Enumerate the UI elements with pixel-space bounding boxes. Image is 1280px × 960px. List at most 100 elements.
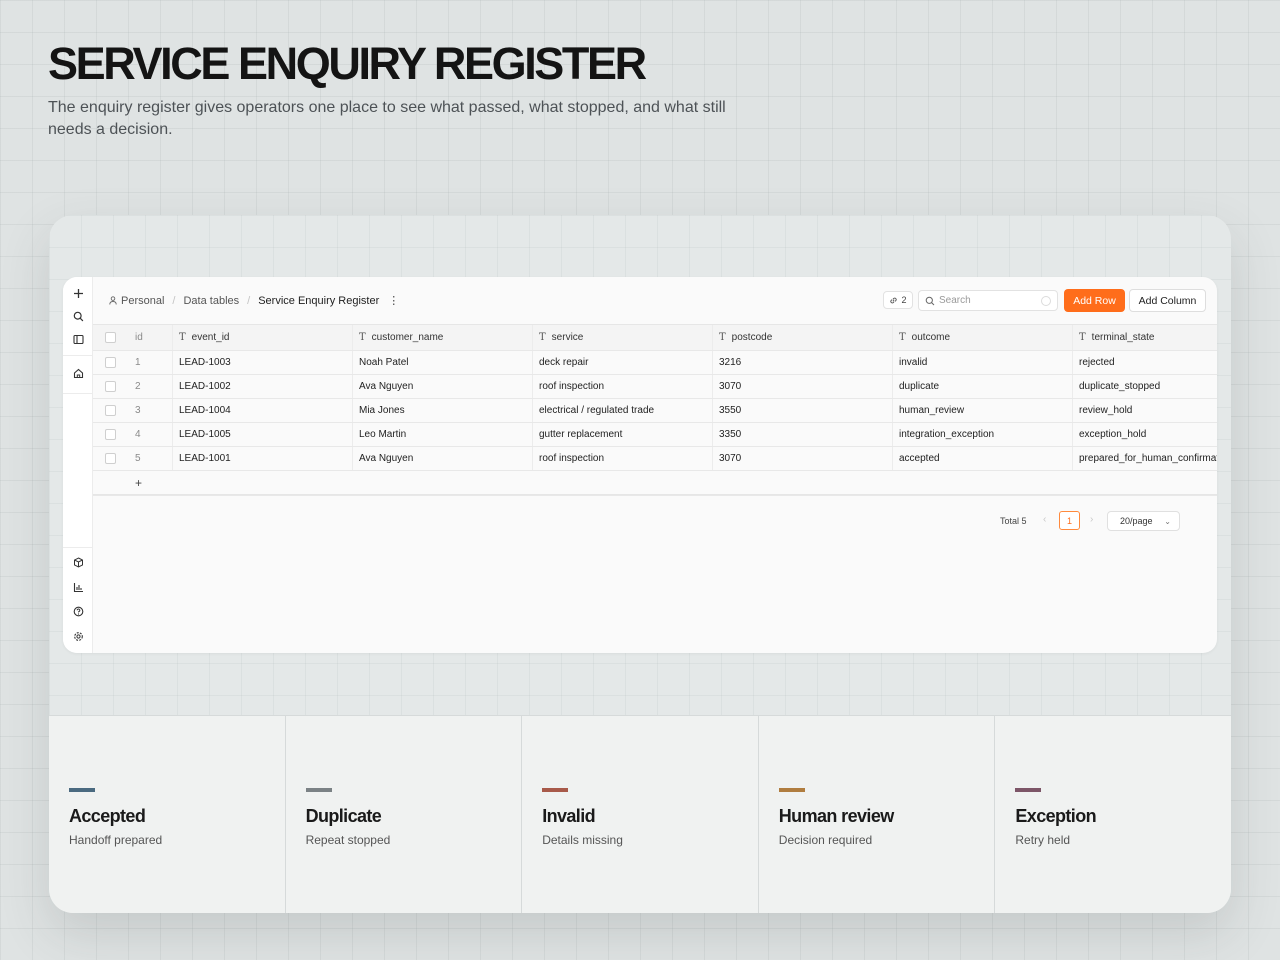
search-input[interactable] — [939, 293, 1039, 308]
cell-outcome[interactable]: duplicate — [893, 375, 1073, 398]
table-row[interactable]: 1 LEAD-1003 Noah Patel deck repair 3216 … — [93, 351, 1217, 375]
column-header-terminal-state[interactable]: Tterminal_state — [1073, 325, 1217, 350]
more-options-icon[interactable]: ⋮ — [388, 294, 399, 307]
breadcrumb: Personal / Data tables / Service Enquiry… — [109, 294, 399, 307]
cell-postcode[interactable]: 3550 — [713, 399, 893, 422]
table-row[interactable]: 4 LEAD-1005 Leo Martin gutter replacemen… — [93, 423, 1217, 447]
chart-icon[interactable] — [70, 579, 86, 595]
add-row-button[interactable]: Add Row — [1064, 289, 1125, 312]
column-header-event-id[interactable]: Tevent_id — [173, 325, 353, 350]
breadcrumb-data-tables[interactable]: Data tables — [183, 295, 239, 307]
sidebar-icon[interactable] — [70, 331, 86, 347]
shared-links-count: 2 — [901, 295, 907, 305]
row-select-cell — [93, 375, 127, 398]
cell-postcode[interactable]: 3070 — [713, 447, 893, 470]
cell-terminal-state[interactable]: review_hold — [1073, 399, 1217, 422]
cell-service[interactable]: gutter replacement — [533, 423, 713, 446]
column-header-postcode[interactable]: Tpostcode — [713, 325, 893, 350]
cell-service[interactable]: roof inspection — [533, 375, 713, 398]
text-type-icon: T — [179, 332, 186, 343]
row-checkbox[interactable] — [104, 405, 116, 416]
text-type-icon: T — [359, 332, 366, 343]
row-checkbox[interactable] — [104, 381, 116, 392]
total-count: Total 5 — [1000, 516, 1027, 526]
settings-icon[interactable] — [70, 628, 86, 644]
table-row[interactable]: 5 LEAD-1001 Ava Nguyen roof inspection 3… — [93, 447, 1217, 471]
breadcrumb-personal[interactable]: Personal — [121, 295, 164, 307]
cell-outcome[interactable]: human_review — [893, 399, 1073, 422]
showcase-card: Personal / Data tables / Service Enquiry… — [49, 215, 1231, 913]
cell-event-id[interactable]: LEAD-1004 — [173, 399, 353, 422]
table-header-row: id Tevent_id Tcustomer_name Tservice Tpo… — [93, 324, 1217, 351]
rail-divider — [63, 393, 93, 394]
cell-terminal-state[interactable]: prepared_for_human_confirmat — [1073, 447, 1217, 470]
next-page-icon[interactable]: › — [1090, 514, 1093, 525]
legend-swatch — [305, 788, 332, 792]
cell-postcode[interactable]: 3216 — [713, 351, 893, 374]
legend-item-duplicate: Duplicate Repeat stopped — [286, 716, 523, 913]
user-icon — [109, 296, 117, 305]
cell-service[interactable]: electrical / regulated trade — [533, 399, 713, 422]
cell-outcome[interactable]: accepted — [893, 447, 1073, 470]
prev-page-icon[interactable]: ‹ — [1043, 514, 1046, 525]
page-size-value: 20/page — [1120, 516, 1153, 526]
cell-outcome[interactable]: invalid — [893, 351, 1073, 374]
cell-terminal-state[interactable]: rejected — [1073, 351, 1217, 374]
data-grid: id Tevent_id Tcustomer_name Tservice Tpo… — [93, 324, 1217, 496]
home-icon[interactable] — [70, 365, 86, 381]
row-select-cell — [93, 423, 127, 446]
cell-terminal-state[interactable]: exception_hold — [1073, 423, 1217, 446]
table-row[interactable]: 3 LEAD-1004 Mia Jones electrical / regul… — [93, 399, 1217, 423]
cell-postcode[interactable]: 3070 — [713, 375, 893, 398]
cell-terminal-state[interactable]: duplicate_stopped — [1073, 375, 1217, 398]
rail-divider — [63, 355, 93, 356]
add-row-plus-icon[interactable]: + — [127, 471, 173, 495]
cell-customer-name[interactable]: Noah Patel — [353, 351, 533, 374]
row-select-cell — [93, 447, 127, 470]
cell-customer-name[interactable]: Mia Jones — [353, 399, 533, 422]
column-header-customer-name[interactable]: Tcustomer_name — [353, 325, 533, 350]
search-icon[interactable] — [70, 308, 86, 324]
toolbar: Personal / Data tables / Service Enquiry… — [93, 277, 1217, 324]
legend-swatch — [1015, 788, 1042, 792]
cell-event-id[interactable]: LEAD-1003 — [173, 351, 353, 374]
legend-subtitle: Handoff prepared — [69, 833, 163, 847]
side-rail — [63, 277, 93, 653]
outcome-legend: Accepted Handoff prepared Duplicate Repe… — [49, 715, 1231, 913]
cell-event-id[interactable]: LEAD-1005 — [173, 423, 353, 446]
help-icon[interactable] — [70, 603, 86, 619]
add-column-button[interactable]: Add Column — [1129, 289, 1206, 312]
chevron-down-icon: ⌄ — [1164, 517, 1171, 526]
column-header-id[interactable]: id — [127, 325, 173, 350]
breadcrumb-current: Service Enquiry Register — [258, 294, 380, 307]
cell-event-id[interactable]: LEAD-1002 — [173, 375, 353, 398]
cell-customer-name[interactable]: Ava Nguyen — [353, 375, 533, 398]
cell-postcode[interactable]: 3350 — [713, 423, 893, 446]
page-title: SERVICE ENQUIRY REGISTER — [48, 38, 647, 89]
row-checkbox[interactable] — [104, 357, 116, 368]
cell-service[interactable]: deck repair — [533, 351, 713, 374]
row-checkbox[interactable] — [104, 453, 116, 464]
cell-event-id[interactable]: LEAD-1001 — [173, 447, 353, 470]
row-checkbox[interactable] — [104, 429, 116, 440]
column-header-outcome[interactable]: Toutcome — [893, 325, 1073, 350]
pagination-bar: Total 5 ‹ 1 › 20/page ⌄ — [93, 494, 1217, 534]
page-size-select[interactable]: 20/page ⌄ — [1107, 511, 1180, 531]
shared-links-badge[interactable]: 2 — [883, 291, 913, 309]
text-type-icon: T — [719, 332, 726, 343]
cube-icon[interactable] — [70, 554, 86, 570]
cell-customer-name[interactable]: Ava Nguyen — [353, 447, 533, 470]
cell-service[interactable]: roof inspection — [533, 447, 713, 470]
legend-item-exception: Exception Retry held — [995, 716, 1231, 913]
select-all-checkbox[interactable] — [104, 332, 116, 343]
clear-search-icon[interactable] — [1041, 296, 1051, 306]
table-row[interactable]: 2 LEAD-1002 Ava Nguyen roof inspection 3… — [93, 375, 1217, 399]
plus-icon[interactable] — [70, 285, 86, 301]
cell-outcome[interactable]: integration_exception — [893, 423, 1073, 446]
cell-customer-name[interactable]: Leo Martin — [353, 423, 533, 446]
column-header-service[interactable]: Tservice — [533, 325, 713, 350]
text-type-icon: T — [1079, 332, 1086, 343]
legend-title: Human review — [778, 806, 894, 826]
page-1-button[interactable]: 1 — [1059, 511, 1080, 530]
cell-id: 2 — [127, 375, 173, 398]
